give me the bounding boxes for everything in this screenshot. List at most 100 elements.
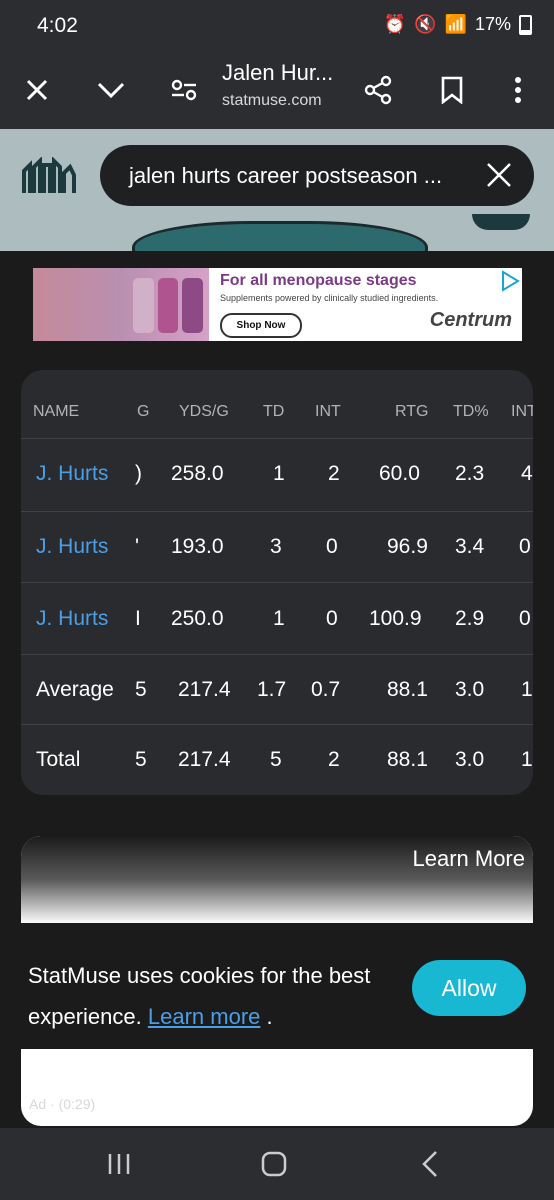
header-yds-per-g[interactable]: YDS/G <box>179 403 229 421</box>
browser-toolbar: Jalen Hur... statmuse.com <box>0 52 554 129</box>
search-clear-button[interactable] <box>486 162 512 193</box>
header-g[interactable]: G <box>137 403 149 421</box>
close-tab-button[interactable] <box>15 68 59 112</box>
search-query[interactable]: jalen hurts career postseason ... <box>129 163 442 189</box>
mute-icon: 🔇 <box>414 14 437 34</box>
ad-headline: For all menopause stages <box>220 272 417 289</box>
statmuse-logo[interactable] <box>20 156 76 202</box>
cell-td: 1 <box>273 607 285 630</box>
share-icon <box>364 75 392 105</box>
summary-label: Average <box>36 678 114 701</box>
cell-yds: 217.4 <box>178 678 231 701</box>
tune-icon <box>171 79 197 101</box>
cell-td: 5 <box>270 748 282 771</box>
cell-int: 2 <box>328 462 340 485</box>
cell-g: I <box>135 607 141 630</box>
cell-int: 0 <box>326 535 338 558</box>
cell-td-pct: 3.4 <box>455 535 485 558</box>
cell-g: 5 <box>135 748 147 771</box>
ad-subline: Supplements powered by clinically studie… <box>220 293 439 303</box>
cell-yds: 193.0 <box>171 535 224 558</box>
ad-learn-more-button[interactable]: Learn More <box>412 846 525 872</box>
table-row: J. Hurts ) 258.0 1 2 60.0 2.3 4 <box>21 438 533 512</box>
stats-table[interactable]: NAME G YDS/G TD INT RTG TD% INT J. Hurts… <box>21 370 533 795</box>
cell-td-pct: 2.3 <box>455 462 485 485</box>
summary-label: Total <box>36 748 81 771</box>
alarm-icon: ⏰ <box>383 14 407 34</box>
cell-int-pct: 1 <box>521 678 533 701</box>
system-nav-bar <box>0 1128 554 1200</box>
cell-yds: 250.0 <box>171 607 224 630</box>
recents-button[interactable] <box>99 1148 139 1180</box>
cookie-period: . <box>266 1004 273 1029</box>
header-name[interactable]: NAME <box>33 403 79 421</box>
page-url[interactable]: statmuse.com <box>222 92 322 110</box>
status-icons: ⏰ 🔇 📶 17% <box>384 14 532 35</box>
ad-banner[interactable]: For all menopause stages Supplements pow… <box>33 268 522 341</box>
more-vert-icon <box>515 77 521 103</box>
ad-timer: Ad · (0:29) <box>29 1096 96 1112</box>
cell-td-pct: 2.9 <box>455 607 485 630</box>
home-button[interactable] <box>254 1148 294 1180</box>
cell-int-pct: 4 <box>521 462 533 485</box>
cell-int-pct: 1 <box>521 748 533 771</box>
cell-rtg: 60.0 <box>379 462 420 485</box>
statmuse-logo-icon <box>22 156 76 193</box>
adchoices-icon[interactable] <box>500 270 520 297</box>
cell-int-pct: 0 <box>519 535 531 558</box>
share-button[interactable] <box>356 68 400 112</box>
cell-rtg: 100.9 <box>369 607 422 630</box>
table-row: Average 5 217.4 1.7 0.7 88.1 3.0 1 <box>21 654 533 725</box>
cell-g: ' <box>135 535 140 558</box>
cell-yds: 258.0 <box>171 462 224 485</box>
status-bar: 4:02 ⏰ 🔇 📶 17% <box>0 0 554 52</box>
cell-int: 0 <box>326 607 338 630</box>
back-icon <box>422 1151 437 1177</box>
cookie-banner: StatMuse uses cookies for the best exper… <box>0 923 554 1049</box>
battery-icon <box>519 14 532 35</box>
ad-product-image <box>133 278 204 333</box>
close-icon <box>26 79 48 101</box>
cell-rtg: 96.9 <box>387 535 428 558</box>
header-td[interactable]: TD <box>263 403 284 421</box>
back-button[interactable] <box>410 1148 450 1180</box>
chevron-down-icon <box>97 82 125 99</box>
status-time: 4:02 <box>37 14 78 37</box>
mascot-illustration <box>132 221 428 251</box>
wifi-icon: 📶 <box>444 14 467 34</box>
search-bar[interactable]: jalen hurts career postseason ... <box>100 145 534 206</box>
header-int-pct[interactable]: INT <box>511 403 533 421</box>
header-int[interactable]: INT <box>315 403 341 421</box>
player-link[interactable]: J. Hurts <box>36 535 108 559</box>
cell-td: 1 <box>273 462 285 485</box>
search-clear-icon <box>487 163 511 187</box>
cell-g: 5 <box>135 678 147 701</box>
page-title[interactable]: Jalen Hur... <box>222 60 333 86</box>
minimize-button[interactable] <box>89 68 133 112</box>
cookie-learn-more-link[interactable]: Learn more <box>148 1004 261 1029</box>
cell-g: ) <box>135 462 142 485</box>
table-row: Total 5 217.4 5 2 88.1 3.0 1 <box>21 724 533 795</box>
more-options-button[interactable] <box>496 68 540 112</box>
header-td-pct[interactable]: TD% <box>453 403 489 421</box>
header-rtg[interactable]: RTG <box>395 403 428 421</box>
ad-brand: Centrum <box>429 309 512 331</box>
table-row: J. Hurts ' 193.0 3 0 96.9 3.4 0 <box>21 510 533 583</box>
site-header: jalen hurts career postseason ... <box>0 129 554 251</box>
player-link[interactable]: J. Hurts <box>36 462 108 486</box>
bookmark-button[interactable] <box>430 68 474 112</box>
allow-cookies-button[interactable]: Allow <box>412 960 526 1016</box>
mascot-detail <box>472 214 530 230</box>
cell-int: 2 <box>328 748 340 771</box>
player-link[interactable]: J. Hurts <box>36 607 108 631</box>
battery-percent: 17% <box>474 14 511 34</box>
cell-rtg: 88.1 <box>387 748 428 771</box>
site-settings-button[interactable] <box>162 68 206 112</box>
cell-td-pct: 3.0 <box>455 748 485 771</box>
cell-int-pct: 0 <box>519 607 531 630</box>
ad-shop-button[interactable]: Shop Now <box>220 313 302 338</box>
cell-td: 1.7 <box>257 678 287 701</box>
cell-rtg: 88.1 <box>387 678 428 701</box>
cell-yds: 217.4 <box>178 748 231 771</box>
bookmark-icon <box>441 76 463 104</box>
